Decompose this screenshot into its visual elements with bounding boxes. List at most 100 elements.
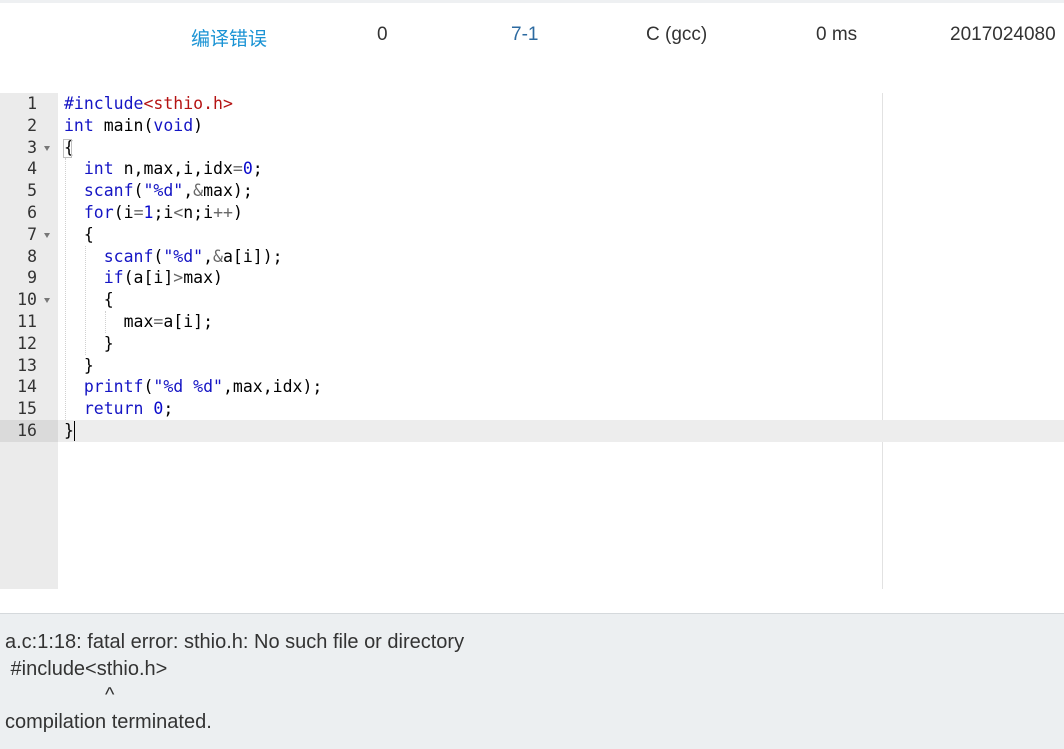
code-line: 9 if(a[i]>max) (0, 267, 1064, 289)
line-number: 14 (17, 377, 37, 397)
line-number: 15 (17, 399, 37, 419)
code-token: 0 (153, 399, 164, 419)
text-cursor (74, 421, 75, 441)
code-line: 7 { (0, 224, 1064, 246)
code-token: } (64, 421, 74, 440)
code-token: (i (113, 203, 134, 222)
line-number: 1 (27, 94, 37, 113)
line-number: 12 (17, 333, 37, 353)
code-token: 1 (143, 203, 154, 222)
code-token: scanf (103, 246, 154, 266)
code-token: = (232, 159, 243, 179)
code-line: 2 int main(void) (0, 115, 1064, 137)
code-line: 11 max=a[i]; (0, 311, 1064, 333)
code-line: 12 } (0, 333, 1064, 355)
output-line: compilation terminated. (5, 711, 212, 733)
code-token: int (64, 115, 94, 135)
code-line-active: 16 } (0, 420, 1064, 442)
code-line: 1 #include<sthio.h> (0, 93, 1064, 115)
code-line: 13 } (0, 355, 1064, 377)
code-token: ) (193, 115, 204, 135)
submission-status-row: 编译错误 0 7-1 C (gcc) 0 ms 2017024080 (0, 3, 1064, 71)
line-number: 2 (27, 115, 37, 135)
compiler-output-panel: a.c:1:18: fatal error: sthio.h: No such … (0, 613, 1064, 749)
fold-toggle-icon[interactable] (44, 298, 50, 304)
code-token: ; (163, 399, 174, 419)
code-token: "%d" (143, 181, 184, 201)
indent-guide (105, 311, 107, 333)
code-token: "%d %d" (153, 377, 223, 397)
code-token: ;i (153, 203, 174, 222)
line-number: 5 (27, 181, 37, 201)
code-token: { (83, 224, 94, 244)
code-line: 15 return 0; (0, 398, 1064, 420)
code-token: ( (153, 246, 164, 266)
code-line: 3 { (0, 137, 1064, 159)
code-token: < (173, 203, 184, 222)
problem-link[interactable]: 7-1 (511, 24, 538, 46)
score-value: 0 (377, 24, 388, 45)
code-token: if (103, 268, 124, 288)
code-token: , (203, 246, 214, 266)
code-editor[interactable]: 1 #include<sthio.h> 2 int main(void) 3 {… (0, 93, 1064, 589)
code-token: & (193, 181, 204, 201)
code-token: int (83, 159, 114, 179)
code-token: ( (143, 377, 154, 397)
code-token: ; (252, 159, 263, 179)
output-line: #include<sthio.h> (5, 658, 168, 680)
result-link[interactable]: 编译错误 (191, 24, 267, 51)
code-line: 6 for(i=1;i<n;i++) (0, 202, 1064, 224)
time-value: 0 ms (816, 24, 858, 45)
line-number: 7 (27, 224, 37, 244)
code-line: 4 int n,max,i,idx=0; (0, 158, 1064, 180)
code-line: 8 scanf("%d",&a[i]); (0, 246, 1064, 268)
code-token: = (153, 312, 164, 331)
indent-guide (65, 158, 67, 420)
code-token: n,max,i,idx (113, 159, 233, 179)
fold-toggle-icon[interactable] (44, 145, 50, 151)
code-token: main( (93, 115, 154, 135)
code-token: "%d" (163, 246, 204, 266)
code-token: a[i]); (222, 246, 283, 266)
line-number: 11 (17, 312, 37, 331)
code-token: void (153, 115, 194, 135)
code-token: 0 (242, 159, 253, 179)
output-line: ^ (5, 684, 115, 706)
code-token: (a[i] (123, 268, 174, 288)
line-number: 9 (27, 268, 37, 288)
code-token: > (173, 268, 184, 288)
line-number: 3 (27, 137, 37, 157)
line-number: 10 (17, 290, 37, 310)
code-token: ,max,idx); (222, 377, 323, 397)
code-line: 10 { (0, 289, 1064, 311)
code-token: return (83, 399, 144, 419)
code-token: #include (64, 94, 144, 113)
compiler-value: C (gcc) (646, 24, 708, 45)
code-token: max) (183, 268, 223, 288)
matching-bracket-highlight (63, 138, 72, 158)
line-number: 6 (27, 203, 37, 222)
code-token: a[i]; (163, 312, 214, 331)
code-token: max); (203, 181, 253, 201)
code-token: for (83, 203, 114, 222)
code-line: 5 scanf("%d",&max); (0, 180, 1064, 202)
code-token: & (213, 246, 223, 266)
fold-toggle-icon[interactable] (44, 232, 50, 238)
code-token: { (103, 290, 114, 310)
line-number: 4 (27, 159, 37, 179)
output-line: a.c:1:18: fatal error: sthio.h: No such … (5, 631, 465, 653)
line-number: 13 (17, 355, 37, 375)
code-token: ( (133, 181, 144, 201)
code-token: n;i (183, 203, 214, 222)
code-token: ++ (213, 203, 233, 222)
indent-guide (85, 245, 87, 355)
code-token: } (103, 333, 114, 353)
code-token: max (123, 312, 154, 331)
code-token: <sthio.h> (143, 94, 233, 113)
line-number: 16 (17, 421, 37, 440)
code-token: = (133, 203, 144, 222)
code-token: ) (232, 203, 243, 222)
user-value: 2017024080 (950, 24, 1056, 45)
code-token: } (83, 355, 94, 375)
